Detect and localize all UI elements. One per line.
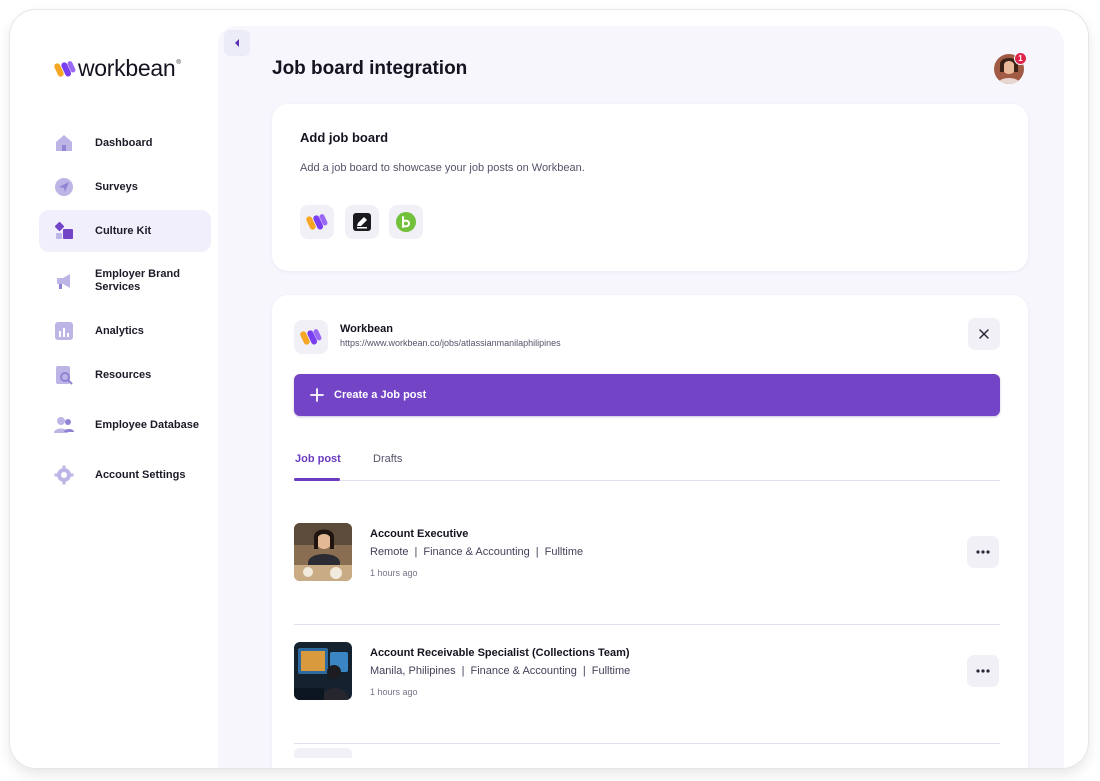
sidebar-item-label: Culture Kit	[95, 224, 152, 237]
sidebar-item-label: Surveys	[95, 180, 138, 193]
sidebar-item-employer-brand-services[interactable]: Employer Brand Services	[39, 254, 211, 308]
board-name: Workbean	[340, 323, 393, 335]
main-content: Job board integration 1 Add job board Ad…	[218, 26, 1064, 768]
notification-badge[interactable]: 1	[1014, 52, 1027, 65]
job-department: Finance & Accounting	[470, 665, 577, 677]
users-icon	[54, 417, 74, 433]
board-url[interactable]: https://www.workbean.co/jobs/atlassianma…	[340, 338, 561, 348]
job-type: Fulltime	[544, 546, 584, 558]
add-job-board-card: Add job board Add a job board to showcas…	[272, 104, 1028, 271]
sidebar-item-label: Employee Database	[95, 418, 199, 431]
megaphone-icon	[57, 274, 70, 289]
more-horizontal-icon	[976, 550, 990, 554]
job-board-option-workbean[interactable]	[300, 205, 334, 239]
sidebar-item-label: Employer Brand Services	[95, 268, 180, 293]
workbean-logo-icon	[306, 214, 328, 230]
sidebar-item-account-settings[interactable]: Account Settings	[39, 454, 211, 496]
more-horizontal-icon	[976, 669, 990, 673]
workbean-logo-icon	[300, 329, 322, 345]
sidebar-item-analytics[interactable]: Analytics	[39, 310, 211, 352]
sidebar-item-surveys[interactable]: Surveys	[39, 166, 211, 208]
card-description: Add a job board to showcase your job pos…	[300, 162, 585, 174]
brand-logo[interactable]: workbean ®	[54, 55, 181, 82]
pen-square-icon	[353, 213, 371, 231]
shapes-icon	[54, 221, 73, 239]
gear-icon	[54, 465, 74, 485]
sidebar-item-dashboard[interactable]: Dashboard	[39, 122, 211, 164]
create-job-post-label: Create a Job post	[334, 389, 427, 401]
sidebar-item-label: Resources	[95, 368, 152, 381]
job-location: Remote	[370, 546, 409, 558]
job-meta: Remote | Finance & Accounting | Fulltime	[370, 546, 583, 558]
sidebar-nav: Dashboard Surveys Culture Kit Employer B…	[39, 122, 211, 496]
page-title: Job board integration	[272, 58, 468, 79]
job-posted-time: 1 hours ago	[370, 687, 418, 697]
job-photo-person-monitor	[294, 642, 352, 700]
bamboo-b-icon	[396, 212, 416, 232]
sidebar-item-label: Analytics	[95, 324, 144, 337]
job-board-option-bamboo[interactable]	[389, 205, 423, 239]
job-row-partial	[294, 748, 352, 758]
sidebar-item-label: Account Settings	[95, 468, 186, 481]
meta-separator: |	[582, 665, 586, 677]
job-thumbnail	[294, 523, 352, 581]
sidebar-item-resources[interactable]: Resources	[39, 354, 211, 396]
tab-job-post[interactable]: Job post	[295, 453, 341, 465]
bar-chart-icon	[55, 322, 73, 340]
document-search-icon	[56, 366, 73, 385]
app-window: workbean ® Dashboard Surveys Culture Kit…	[10, 10, 1088, 768]
job-actions-button[interactable]	[967, 655, 999, 687]
registered-mark: ®	[176, 59, 181, 66]
job-department: Finance & Accounting	[423, 546, 530, 558]
home-icon	[56, 135, 72, 151]
meta-separator: |	[535, 546, 539, 558]
meta-separator: |	[461, 665, 465, 677]
job-title: Account Receivable Specialist (Collectio…	[370, 647, 630, 659]
job-photo-person-dining	[294, 523, 352, 581]
job-row[interactable]: Account Executive Remote | Finance & Accou…	[294, 507, 1000, 625]
workbean-board-logo	[294, 320, 328, 354]
meta-separator: |	[414, 546, 418, 558]
sidebar: workbean ® Dashboard Surveys Culture Kit…	[10, 10, 218, 768]
sidebar-item-culture-kit[interactable]: Culture Kit	[39, 210, 211, 252]
job-board-option-pen[interactable]	[345, 205, 379, 239]
brand-name: workbean	[78, 55, 176, 81]
job-thumbnail	[294, 642, 352, 700]
sidebar-item-employee-database[interactable]: Employee Database	[39, 398, 211, 452]
workbean-integration-card: Workbean https://www.workbean.co/jobs/at…	[272, 295, 1028, 768]
send-icon	[55, 178, 73, 196]
job-posted-time: 1 hours ago	[370, 568, 418, 578]
create-job-post-button[interactable]: Create a Job post	[294, 374, 1000, 416]
job-title: Account Executive	[370, 528, 469, 540]
job-tabs: Job post Drafts	[294, 449, 1000, 481]
job-meta: Manila, Philipines | Finance & Accounting |…	[370, 665, 630, 677]
job-row[interactable]: Account Receivable Specialist (Collectio…	[294, 626, 1000, 744]
remove-board-button[interactable]	[968, 318, 1000, 350]
sidebar-item-label: Dashboard	[95, 136, 153, 149]
close-icon	[979, 329, 989, 339]
caret-left-icon	[235, 39, 239, 47]
card-title: Add job board	[300, 130, 389, 145]
job-actions-button[interactable]	[967, 536, 999, 568]
tab-drafts[interactable]: Drafts	[373, 453, 402, 465]
workbean-logo-icon	[54, 60, 76, 77]
collapse-sidebar-button[interactable]	[224, 30, 250, 56]
job-location: Manila, Philipines	[370, 665, 456, 677]
job-type: Fulltime	[591, 665, 631, 677]
plus-icon	[310, 388, 324, 402]
active-tab-indicator	[294, 478, 340, 481]
